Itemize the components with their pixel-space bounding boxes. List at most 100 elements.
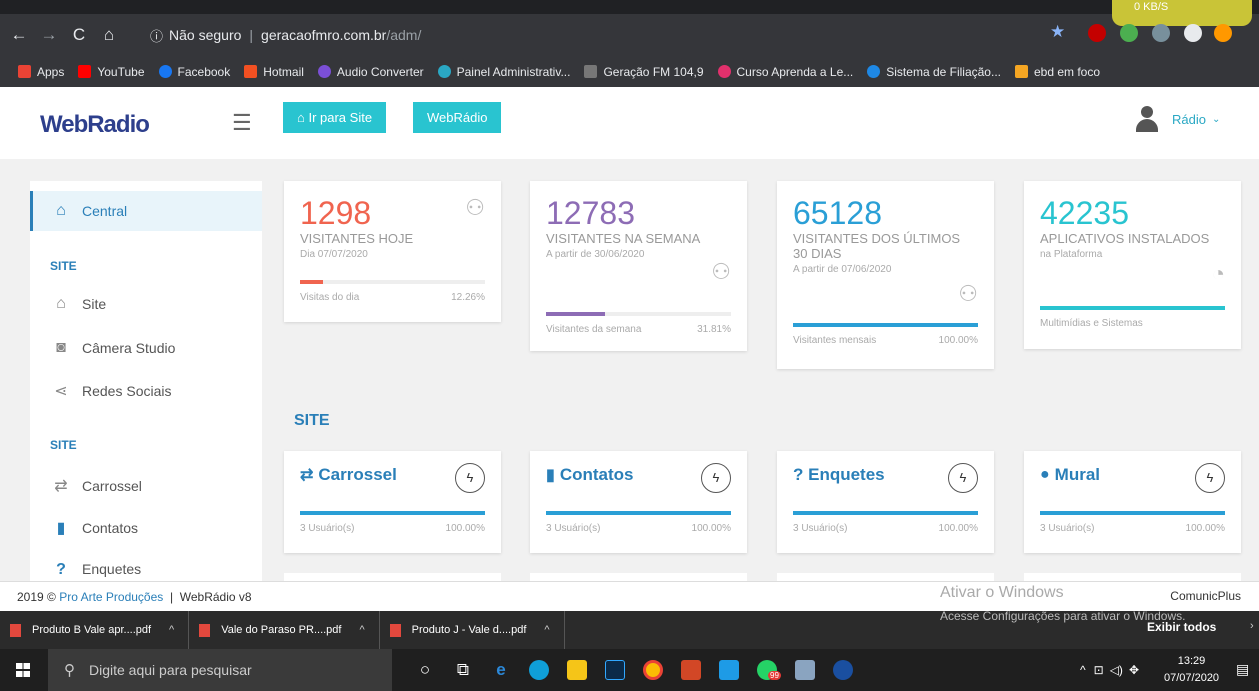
volume-icon[interactable]: ◁): [1110, 663, 1123, 677]
cortana-icon[interactable]: ○: [406, 649, 444, 691]
omnibox[interactable]: ⓘ Não seguro | geracaofmro.com.br /adm/: [150, 21, 1060, 49]
edge-legacy-icon[interactable]: e: [482, 649, 520, 691]
bolt-icon[interactable]: ϟ: [1195, 463, 1225, 493]
sidebar-item-label: Redes Sociais: [82, 383, 172, 399]
bookmark-sistema[interactable]: Sistema de Filiação...: [867, 65, 1001, 79]
home-icon[interactable]: ⌂: [94, 25, 124, 45]
taskbar-clock[interactable]: 13:29 07/07/2020: [1164, 653, 1219, 687]
module-card-partial: [777, 573, 994, 581]
sidebar-section-heading: SITE: [50, 438, 77, 452]
bookmark-hotmail[interactable]: Hotmail: [244, 65, 304, 79]
bookmark-label: Apps: [37, 64, 65, 79]
chevron-up-icon[interactable]: ^: [359, 624, 364, 636]
bookmark-facebook[interactable]: Facebook: [158, 65, 230, 79]
windows-start-icon[interactable]: [0, 649, 48, 691]
module-card-enquetes[interactable]: ? Enquetes ϟ 3 Usuário(s) 100.00%: [777, 451, 994, 553]
bookmark-audio-converter[interactable]: Audio Converter: [317, 65, 424, 79]
progress-fill: [1040, 306, 1225, 310]
puzzle-icon[interactable]: [1184, 24, 1202, 42]
module-card-carrossel[interactable]: ⇄ Carrossel ϟ 3 Usuário(s) 100.00%: [284, 451, 501, 553]
back-icon[interactable]: ←: [4, 25, 34, 45]
sidebar-item-contatos[interactable]: ▮ Contatos: [30, 508, 262, 548]
task-view-icon[interactable]: ⧉: [444, 649, 482, 691]
close-icon[interactable]: ›: [1250, 620, 1254, 632]
download-bar: Produto B Vale apr....pdf ^ Vale do Paras…: [0, 609, 1259, 649]
user-menu[interactable]: Rádio ⌄: [1136, 106, 1220, 132]
bookmark-curso[interactable]: Curso Aprenda a Le...: [717, 64, 854, 79]
stat-sub: Dia 07/07/2020: [300, 249, 368, 260]
sidebar-item-camera[interactable]: ◙ Câmera Studio: [30, 328, 262, 368]
app-icon[interactable]: [786, 649, 824, 691]
chevron-up-icon[interactable]: ^: [169, 624, 174, 636]
powerpoint-icon[interactable]: [672, 649, 710, 691]
site-icon: [584, 65, 598, 78]
app-icon[interactable]: [824, 649, 862, 691]
go-to-site-button[interactable]: ⌂ Ir para Site: [283, 102, 387, 133]
address-bar-row: ← → C ⌂ ⓘ Não seguro | geracaofmro.com.b…: [0, 14, 1259, 56]
module-card-contatos[interactable]: ▮ Contatos ϟ 3 Usuário(s) 100.00%: [530, 451, 747, 553]
bookmark-label: Curso Aprenda a Le...: [736, 64, 854, 79]
bolt-icon[interactable]: ϟ: [455, 463, 485, 493]
bookmark-ebd[interactable]: ebd em foco: [1014, 65, 1100, 79]
tab-strip: [0, 0, 1259, 14]
bookmark-youtube[interactable]: YouTube: [78, 64, 145, 79]
stat-sub: A partir de 07/06/2020: [793, 264, 892, 275]
footer-right-text: ComunicPlus: [1170, 589, 1241, 603]
dropbox-icon[interactable]: ✥: [1129, 663, 1139, 677]
users-icon: ⚇: [465, 195, 485, 220]
module-title: ? Enquetes: [793, 465, 885, 484]
app-header: WebRadio ☰ ⌂ Ir para Site WebRádio Rádio…: [0, 87, 1259, 159]
bookmark-painel[interactable]: Painel Administrativ...: [437, 65, 570, 79]
bookmark-star-icon[interactable]: ★: [1050, 22, 1065, 42]
module-card-mural[interactable]: ● Mural ϟ 3 Usuário(s) 100.00%: [1024, 451, 1241, 553]
hamburger-menu-icon[interactable]: ☰: [232, 110, 252, 136]
bookmark-geracao-fm[interactable]: Geração FM 104,9: [584, 65, 704, 79]
edge-icon[interactable]: [520, 649, 558, 691]
audio-converter-icon: [317, 65, 331, 78]
download-item[interactable]: Vale do Paraso PR....pdf ^: [189, 611, 380, 649]
bookmark-label: YouTube: [97, 64, 145, 79]
info-icon[interactable]: ⓘ: [150, 26, 163, 45]
chevron-up-icon[interactable]: ^: [544, 624, 549, 636]
sidebar-item-carrossel[interactable]: ⇄ Carrossel: [30, 466, 262, 506]
extension-icon[interactable]: [1152, 24, 1170, 42]
footer-company-link[interactable]: Pro Arte Produções: [59, 590, 163, 604]
sidebar-item-central[interactable]: ⌂ Central: [30, 191, 262, 231]
chevron-up-icon[interactable]: ^: [1080, 663, 1086, 677]
taskbar-search[interactable]: ⚲ Digite aqui para pesquisar: [48, 649, 392, 691]
network-icon[interactable]: ⊡: [1094, 663, 1104, 677]
chevron-down-icon: ⌄: [1211, 113, 1221, 125]
section-title: SITE: [294, 412, 330, 429]
download-item[interactable]: Produto B Vale apr....pdf ^: [0, 611, 190, 649]
app-icon[interactable]: [710, 649, 748, 691]
show-all-downloads-button[interactable]: Exibir todos: [1147, 620, 1216, 634]
sidebar-item-enquetes[interactable]: ? Enquetes: [30, 551, 262, 581]
system-tray: ^ ⊡ ◁) ✥: [1080, 649, 1139, 691]
sidebar-item-redes[interactable]: ⋖ Redes Sociais: [30, 371, 262, 411]
globe-icon: [437, 65, 451, 78]
photoshop-icon[interactable]: [596, 649, 634, 691]
download-item[interactable]: Produto J - Vale d....pdf ^: [380, 611, 565, 649]
webradio-logo[interactable]: WebRadio: [40, 111, 150, 139]
extension-icon[interactable]: [1214, 24, 1232, 42]
stat-value: 65128: [793, 195, 882, 231]
module-users: 3 Usuário(s): [793, 523, 848, 534]
sidebar-item-site[interactable]: ⌂ Site: [30, 284, 262, 324]
reload-icon[interactable]: C: [64, 25, 94, 45]
webradio-button[interactable]: WebRádio: [413, 102, 502, 133]
progress-bar: [546, 312, 731, 316]
bolt-icon[interactable]: ϟ: [701, 463, 731, 493]
sidebar: ⌂ Central SITE ⌂ Site ◙ Câmera Studio ⋖ Rede…: [30, 181, 262, 581]
bolt-icon[interactable]: ϟ: [948, 463, 978, 493]
forward-icon[interactable]: →: [34, 25, 64, 45]
file-explorer-icon[interactable]: [558, 649, 596, 691]
abp-extension-icon[interactable]: [1088, 24, 1106, 42]
extension-icon[interactable]: [1120, 24, 1138, 42]
stat-card-apps: 42235 APLICATIVOS INSTALADOS na Platafor…: [1024, 181, 1241, 349]
whatsapp-icon[interactable]: 99: [748, 649, 786, 691]
users-icon: ⚇: [711, 259, 731, 284]
chrome-icon[interactable]: [634, 649, 672, 691]
bookmark-apps[interactable]: Apps: [18, 65, 64, 79]
bookmark-label: Sistema de Filiação...: [886, 64, 1001, 79]
notification-center-icon[interactable]: ▤: [1236, 661, 1249, 678]
